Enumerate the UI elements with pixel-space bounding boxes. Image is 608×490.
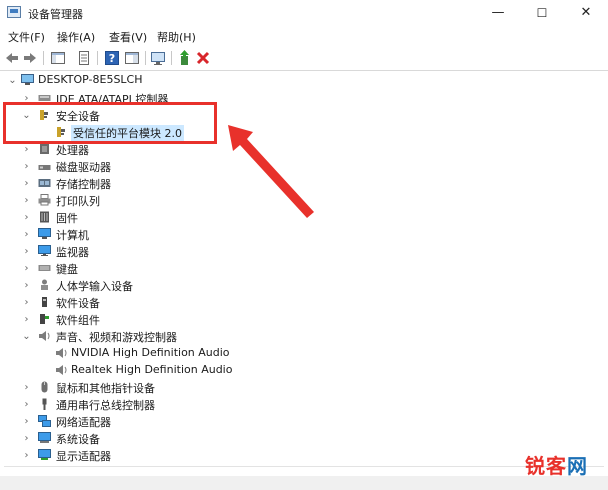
- watermark-text-blue: 网: [567, 454, 588, 478]
- annotation-arrow: [228, 125, 314, 218]
- watermark-logo: 锐客网: [525, 450, 588, 479]
- watermark-text-red: 锐客: [525, 454, 567, 478]
